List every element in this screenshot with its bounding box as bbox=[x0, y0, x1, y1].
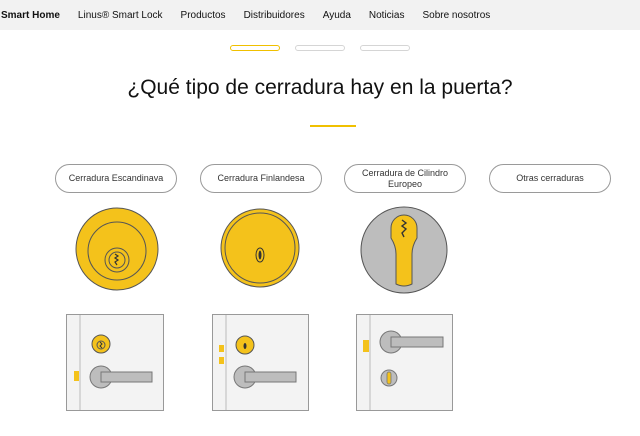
question-title: ¿Qué tipo de cerradura hay en la puerta? bbox=[127, 76, 513, 99]
finnish-door-icon[interactable] bbox=[212, 314, 309, 411]
euro-cylinder-lock-icon[interactable] bbox=[360, 206, 448, 294]
nav-item-distribuidores[interactable]: Distribuidores bbox=[244, 10, 305, 21]
nav-item-productos[interactable]: Productos bbox=[181, 10, 226, 21]
top-navigation: Smart Home Linus® Smart Lock Productos D… bbox=[0, 0, 640, 30]
progress-step-3 bbox=[360, 45, 410, 51]
nav-item-ayuda[interactable]: Ayuda bbox=[323, 10, 351, 21]
option-cerradura-escandinava[interactable]: Cerradura Escandinava bbox=[55, 164, 177, 193]
finnish-lock-icon[interactable] bbox=[219, 207, 301, 289]
option-cerradura-finlandesa[interactable]: Cerradura Finlandesa bbox=[200, 164, 322, 193]
progress-step-2 bbox=[295, 45, 345, 51]
nav-item-noticias[interactable]: Noticias bbox=[369, 10, 405, 21]
option-otras-cerraduras[interactable]: Otras cerraduras bbox=[489, 164, 611, 193]
scandinavian-door-icon[interactable] bbox=[66, 314, 164, 411]
euro-cylinder-door-icon[interactable] bbox=[356, 314, 453, 411]
nav-item-sobre-nosotros[interactable]: Sobre nosotros bbox=[422, 10, 490, 21]
step-progress bbox=[0, 45, 640, 51]
title-underline bbox=[310, 125, 356, 127]
scandinavian-lock-icon[interactable] bbox=[74, 206, 160, 292]
nav-item-linus-smart-lock[interactable]: Linus® Smart Lock bbox=[78, 10, 163, 21]
progress-step-1 bbox=[230, 45, 280, 51]
nav-item-smart-home[interactable]: Smart Home bbox=[1, 10, 60, 21]
option-cerradura-cilindro-europeo[interactable]: Cerradura de Cilindro Europeo bbox=[344, 164, 466, 193]
